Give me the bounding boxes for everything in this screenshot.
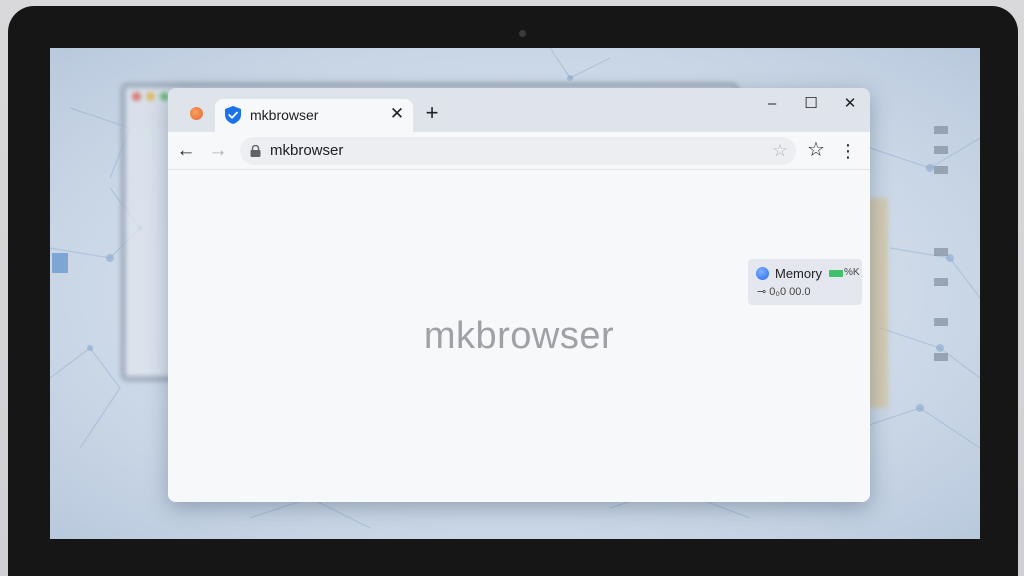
bg-window-close-dot bbox=[132, 92, 141, 101]
close-window-button[interactable]: ✕ bbox=[836, 92, 864, 116]
star-icon[interactable]: ☆ bbox=[804, 138, 828, 162]
bookmark-star-icon[interactable]: ☆ bbox=[770, 141, 790, 161]
memory-bar bbox=[829, 270, 843, 277]
memory-percent: %K bbox=[844, 267, 860, 278]
url-text: mkbrowser bbox=[270, 142, 344, 159]
bg-window-min-dot bbox=[146, 92, 155, 101]
page-content: mkbrowser Memory %K ⊸ 0₀0 00.0 ✕ bbox=[168, 170, 870, 502]
address-bar[interactable]: mkbrowser ☆ bbox=[240, 137, 796, 165]
lock-icon bbox=[250, 145, 261, 157]
app-logo-icon[interactable] bbox=[190, 107, 203, 120]
title-bar: mkbrowser ✕ + – ☐ ✕ bbox=[168, 88, 870, 132]
memory-value: ⊸ 0₀0 00.0 bbox=[757, 286, 811, 298]
webcam bbox=[519, 30, 526, 37]
memory-label: Memory bbox=[775, 266, 822, 281]
memory-widget[interactable]: Memory %K ⊸ 0₀0 00.0 bbox=[748, 259, 862, 305]
brand-text: mkbrowser bbox=[423, 315, 615, 357]
minimize-button[interactable]: – bbox=[758, 92, 786, 116]
tab-title: mkbrowser bbox=[250, 107, 319, 123]
new-tab-button[interactable]: + bbox=[420, 101, 444, 125]
browser-window: mkbrowser ✕ + – ☐ ✕ ← → mkbrowser ☆ ☆ ⋮ bbox=[168, 88, 870, 502]
shield-icon bbox=[225, 106, 241, 124]
desktop-screen: mkbrowser ✕ + – ☐ ✕ ← → mkbrowser ☆ ☆ ⋮ bbox=[50, 48, 980, 539]
toolbar: ← → mkbrowser ☆ ☆ ⋮ bbox=[168, 132, 870, 170]
tab-mkbrowser[interactable]: mkbrowser ✕ bbox=[215, 99, 413, 132]
forward-button[interactable]: → bbox=[206, 139, 230, 163]
menu-kebab-icon[interactable]: ⋮ bbox=[838, 139, 858, 163]
tab-close-icon[interactable]: ✕ bbox=[387, 103, 407, 123]
back-button[interactable]: ← bbox=[174, 139, 198, 163]
memory-status-icon bbox=[756, 267, 769, 280]
maximize-button[interactable]: ☐ bbox=[797, 92, 825, 116]
